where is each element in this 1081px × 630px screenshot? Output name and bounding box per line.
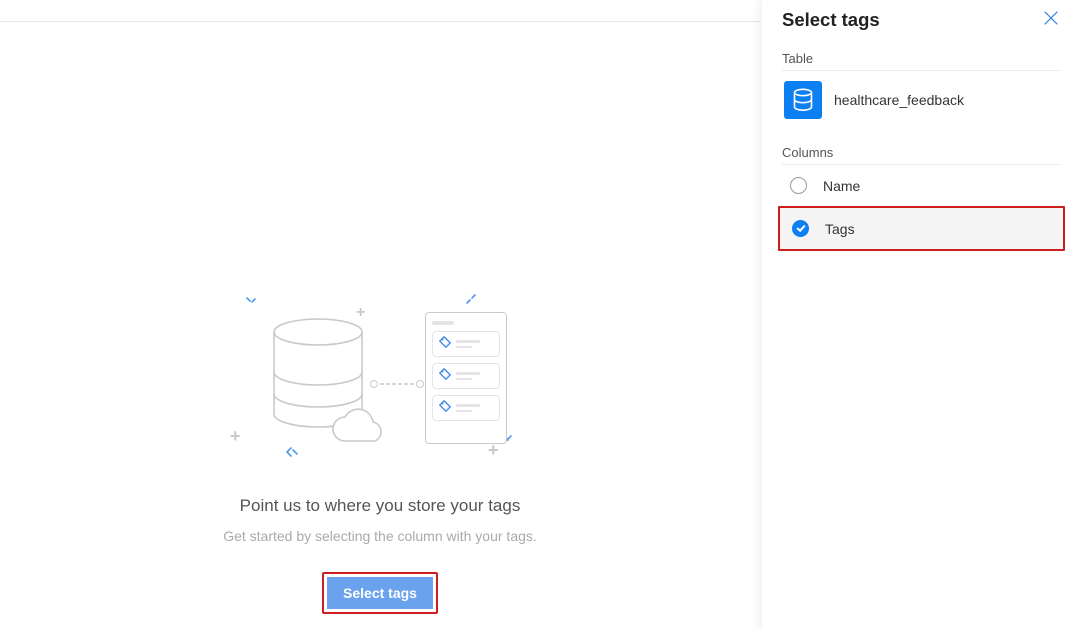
table-section-label: Table xyxy=(782,51,1061,66)
radio-unchecked-icon xyxy=(790,177,807,194)
highlight-box: Tags xyxy=(778,206,1065,251)
main-empty-state: + + + xyxy=(0,22,760,614)
column-option-name[interactable]: Name xyxy=(782,165,1061,206)
sparkle-icon xyxy=(464,292,478,309)
top-toolbar xyxy=(0,0,760,22)
close-icon[interactable] xyxy=(1041,8,1061,31)
cloud-icon xyxy=(327,408,387,453)
highlight-box: Select tags xyxy=(322,572,438,614)
radio-checked-icon xyxy=(792,220,809,237)
select-tags-button[interactable]: Select tags xyxy=(327,577,433,609)
plus-icon: + xyxy=(230,426,241,447)
tags-illustration: + + + xyxy=(250,302,510,462)
empty-state-subtext: Get started by selecting the column with… xyxy=(0,528,760,544)
column-option-label: Tags xyxy=(825,221,855,237)
column-option-tags[interactable]: Tags xyxy=(780,208,1063,249)
connection-line xyxy=(370,380,424,388)
panel-title: Select tags xyxy=(782,9,880,31)
sparkle-icon xyxy=(244,296,258,313)
sparkle-icon xyxy=(285,445,299,462)
table-name: healthcare_feedback xyxy=(834,92,964,108)
column-option-label: Name xyxy=(823,178,860,194)
select-tags-panel: Select tags Table healthcare_feedback Co… xyxy=(762,0,1081,630)
columns-section: Columns Name Tags xyxy=(782,145,1061,251)
database-icon xyxy=(784,81,822,119)
empty-state-heading: Point us to where you store your tags xyxy=(0,496,760,516)
columns-section-label: Columns xyxy=(782,145,1061,160)
table-row[interactable]: healthcare_feedback xyxy=(782,71,1061,139)
table-preview-icon xyxy=(425,312,507,444)
